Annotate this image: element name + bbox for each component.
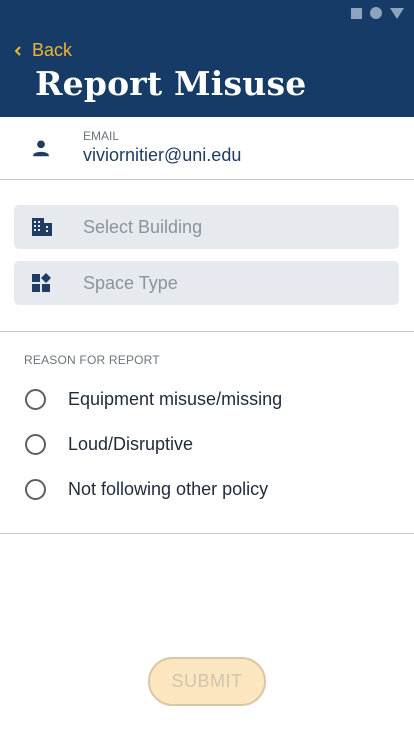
reason-option-label: Loud/Disruptive [68, 434, 194, 454]
submit-button[interactable]: SUBMIT [148, 657, 266, 706]
space-type-placeholder: Space Type [83, 273, 178, 293]
reason-option-other-policy[interactable]: Not following other policy [25, 479, 268, 500]
chevron-left-icon [14, 45, 21, 56]
radio-button[interactable] [25, 434, 46, 455]
back-label: Back [32, 40, 73, 60]
email-label: EMAIL [83, 129, 120, 143]
space-type-field[interactable]: Space Type [14, 261, 399, 305]
building-icon [32, 218, 52, 236]
triangle-icon [390, 7, 404, 19]
select-building-field[interactable]: Select Building [14, 205, 399, 249]
page-title: Report Misuse [35, 64, 307, 103]
select-building-placeholder: Select Building [83, 217, 203, 237]
email-row: EMAIL viviornitier@uni.edu [0, 117, 414, 180]
divider [0, 533, 414, 534]
radio-button[interactable] [25, 389, 46, 410]
status-bar [351, 7, 404, 19]
person-icon [33, 140, 49, 157]
square-icon [351, 7, 362, 19]
reason-option-loud[interactable]: Loud/Disruptive [25, 434, 193, 455]
divider [0, 331, 414, 332]
email-value: viviornitier@uni.edu [83, 145, 242, 165]
reason-option-label: Equipment misuse/missing [68, 389, 283, 409]
circle-icon [370, 7, 382, 19]
back-button[interactable]: Back [14, 40, 72, 61]
reason-label: REASON FOR REPORT [24, 353, 160, 367]
app-header: Back Report Misuse [0, 0, 414, 117]
reason-option-label: Not following other policy [68, 479, 269, 499]
radio-button[interactable] [25, 479, 46, 500]
dashboard-icon [32, 273, 51, 292]
reason-option-equipment[interactable]: Equipment misuse/missing [25, 389, 282, 410]
